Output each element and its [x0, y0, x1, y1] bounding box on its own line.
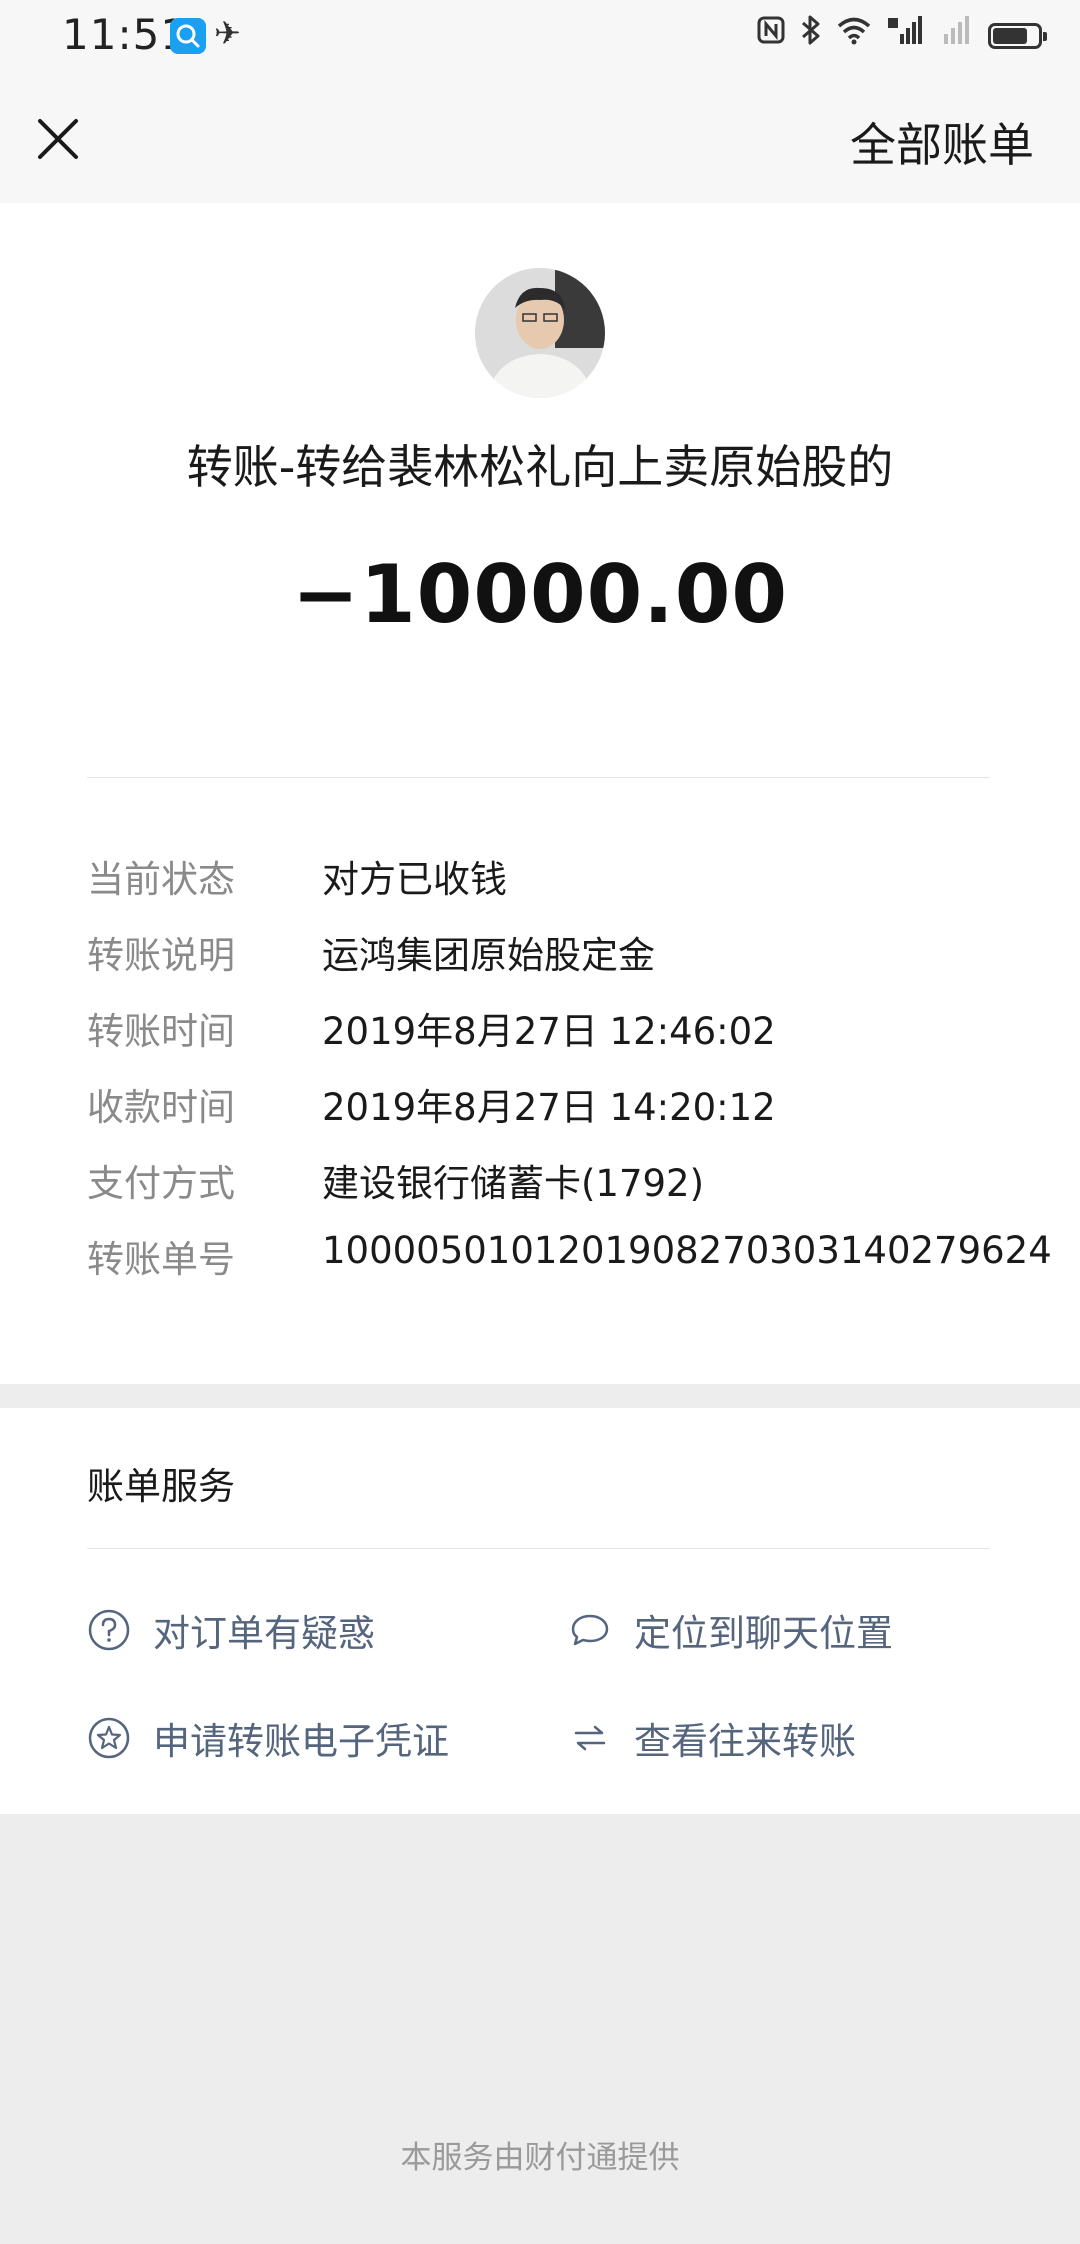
detail-row-payment-method: 支付方式 建设银行储蓄卡(1792): [87, 1145, 1007, 1221]
avatar: [475, 268, 605, 398]
detail-row-transfer-time: 转账时间 2019年8月27日 12:46:02: [87, 993, 1007, 1069]
status-right-icons: [756, 14, 1047, 59]
star-circle-icon: [87, 1716, 131, 1760]
detail-value: 运鸿集团原始股定金: [322, 934, 655, 977]
question-circle-icon: [87, 1608, 131, 1652]
battery-icon: [988, 23, 1047, 49]
transfer-title: 转账-转给裴林松礼向上卖原始股的: [186, 440, 894, 494]
alipay-icon: ✈: [214, 14, 241, 52]
detail-row-status: 当前状态 对方已收钱: [87, 841, 1007, 917]
detail-row-transfer-id: 转账单号 100005010120190827030314027962​4: [87, 1221, 1052, 1297]
service-order-question[interactable]: 对订单有疑惑: [87, 1600, 375, 1660]
services-title: 账单服务: [87, 1465, 235, 1508]
detail-value: 2019年8月27日 12:46:02: [322, 1010, 776, 1053]
detail-row-note: 转账说明 运鸿集团原始股定金: [87, 917, 1007, 993]
divider: [87, 777, 990, 778]
bill-services-card: 账单服务 对订单有疑惑 定位到聊天位置 申请转账电子凭证 查看往来转账: [0, 1408, 1080, 1814]
service-label: 对订单有疑惑: [153, 1612, 375, 1655]
transfer-amount: −10000.00: [291, 548, 789, 641]
detail-label: 当前状态: [87, 858, 235, 901]
detail-label: 转账时间: [87, 1010, 235, 1053]
detail-label: 支付方式: [87, 1162, 235, 1205]
all-bills-link[interactable]: 全部账单: [850, 109, 1034, 175]
status-bar: 11:51 ✈: [0, 0, 1080, 75]
transfer-detail-card: 转账-转给裴林松礼向上卖原始股的 −10000.00 当前状态 对方已收钱 转账…: [0, 203, 1080, 1384]
detail-row-received-time: 收款时间 2019年8月27日 14:20:12: [87, 1069, 1007, 1145]
service-label: 定位到聊天位置: [634, 1612, 893, 1655]
detail-label: 收款时间: [87, 1086, 235, 1129]
detail-value: 建设银行储蓄卡(1792): [322, 1162, 705, 1205]
detail-value[interactable]: 100005010120190827030314027962​4: [322, 1229, 1052, 1272]
4g-signal-icon: [886, 14, 926, 59]
chat-bubble-icon: [568, 1608, 612, 1652]
bluetooth-icon: [800, 14, 822, 59]
service-label: 查看往来转账: [634, 1720, 856, 1763]
search-app-icon: [170, 18, 206, 54]
service-transfer-history[interactable]: 查看往来转账: [568, 1708, 856, 1768]
detail-value: 对方已收钱: [322, 858, 507, 901]
service-locate-chat[interactable]: 定位到聊天位置: [568, 1600, 893, 1660]
signal-icon: [940, 14, 974, 59]
provider-footer-note: 本服务由财付通提供: [400, 2140, 680, 2176]
wifi-icon: [836, 14, 872, 58]
detail-label: 转账单号: [87, 1238, 235, 1281]
service-label: 申请转账电子凭证: [153, 1720, 449, 1763]
detail-label: 转账说明: [87, 934, 235, 977]
nfc-icon: [756, 14, 786, 58]
header-bar: 全部账单: [0, 75, 1080, 203]
detail-value: 2019年8月27日 14:20:12: [322, 1086, 776, 1129]
transfer-arrows-icon: [568, 1716, 612, 1760]
service-e-receipt[interactable]: 申请转账电子凭证: [87, 1708, 449, 1768]
divider: [87, 1548, 990, 1549]
close-button[interactable]: [22, 103, 94, 175]
close-icon: [38, 119, 78, 159]
detail-list: 当前状态 对方已收钱 转账说明 运鸿集团原始股定金 转账时间 2019年8月27…: [87, 841, 1052, 1297]
